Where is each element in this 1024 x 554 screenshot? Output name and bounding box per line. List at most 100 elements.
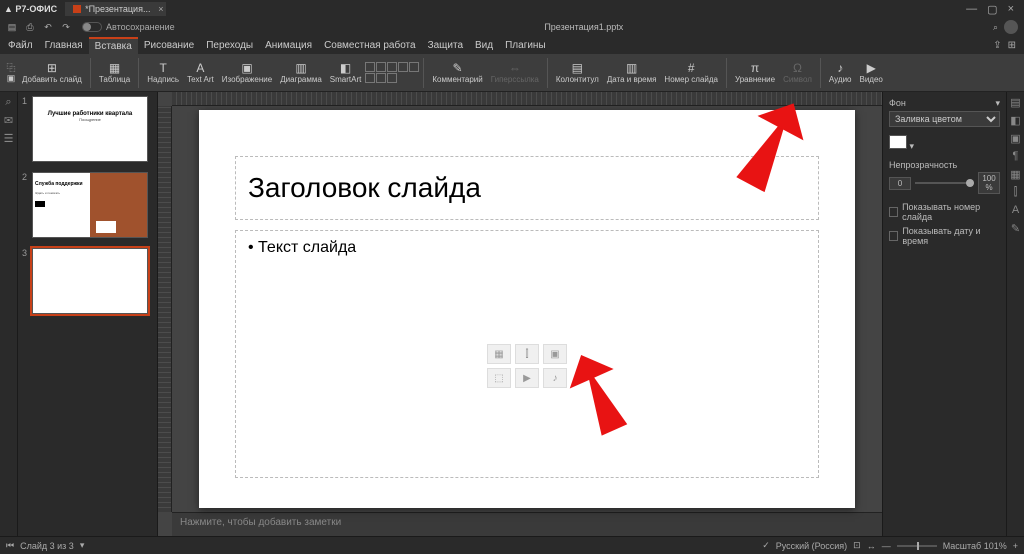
chevron-down-icon[interactable]: ▾ [995,98,1000,109]
presentation-icon [73,5,81,13]
autosave-toggle[interactable]: Автосохранение [82,22,175,32]
comment-button[interactable]: ✎Комментарий [428,61,486,84]
video-button[interactable]: ▶Видео [856,61,887,84]
window-minimize-icon[interactable]: — [966,3,977,16]
menu-draw[interactable]: Рисование [138,38,200,53]
image-button[interactable]: ▣Изображение [218,61,276,84]
save-icon[interactable]: ▤ [6,22,18,33]
paste-icon[interactable]: ▣ [4,73,18,83]
zoom-out-icon[interactable]: — [882,541,891,551]
chevron-down-icon[interactable]: ▾ [80,540,85,551]
fit-icon[interactable]: ⊡ [853,540,861,551]
menu-animation[interactable]: Анимация [259,38,318,53]
undo-icon[interactable]: ↶ [42,22,54,33]
slide-number-button[interactable]: #Номер слайда [660,61,722,84]
notes-pane[interactable]: Нажмите, чтобы добавить заметки [172,512,882,536]
signature-settings-icon[interactable]: ✎ [1010,222,1022,234]
document-tab[interactable]: *Презентация... × [65,2,166,16]
zoom-in-icon[interactable]: + [1013,541,1018,551]
window-close-icon[interactable]: × [1008,3,1014,16]
zoom-slider[interactable] [897,545,937,547]
menu-plugins[interactable]: Плагины [499,38,552,53]
symbol-icon: Ω [789,61,805,75]
menu-transitions[interactable]: Переходы [200,38,259,53]
language-label[interactable]: Русский (Россия) [776,541,847,551]
textart-button[interactable]: AText Art [183,61,218,84]
table-settings-icon[interactable]: ▦ [1010,168,1022,180]
thumb-slide-2[interactable]: Служба поддержкиЖдать и помогать [32,172,148,238]
spellcheck-icon[interactable]: ✓ [762,540,770,551]
equation-button[interactable]: πУравнение [731,61,779,84]
chevron-down-icon[interactable]: ▾ [910,141,915,151]
color-swatch[interactable] [889,135,907,149]
date-time-button[interactable]: ▥Дата и время [603,61,661,84]
share-icon[interactable]: ⇪ [993,40,1001,51]
window-maximize-icon[interactable]: ▢ [987,3,997,16]
audio-icon: ♪ [832,61,848,75]
add-slide-button[interactable]: ⊞Добавить слайд [18,61,86,84]
print-icon[interactable]: ⎙ [24,22,36,33]
content-placeholder[interactable]: • Текст слайда ▦ ⫿ ▣ ⬚ ▶ ♪ [235,230,819,478]
menu-file[interactable]: Файл [2,38,39,53]
audio-button[interactable]: ♪Аудио [825,61,856,84]
fit-width-icon[interactable]: ↔ [867,541,876,551]
slide-thumbnails: 1 Лучшие работники квартала Поощрение 2 … [18,92,158,536]
find-icon[interactable]: ⌕ [3,96,15,108]
menu-insert[interactable]: Вставка [89,37,138,54]
header-footer-button[interactable]: ▤Колонтитул [552,61,603,84]
shapes-gallery[interactable] [365,62,419,83]
slide-number-icon: # [683,61,699,75]
document-title: Презентация1.pptx [181,22,987,32]
close-tab-icon[interactable]: × [158,4,163,14]
background-label: Фон [889,98,906,109]
fill-type-select[interactable]: Заливка цветом [889,111,1000,127]
comments-panel-icon[interactable]: ✉ [3,114,15,126]
thumb-slide-1[interactable]: Лучшие работники квартала Поощрение [32,96,148,162]
table-icon: ▦ [107,61,123,75]
table-button[interactable]: ▦Таблица [95,61,134,84]
ribbon-insert: ⿻ ▣ ⊞Добавить слайд ▦Таблица TНадпись AT… [0,54,1024,92]
open-location-icon[interactable]: ⊞ [1008,40,1016,51]
insert-picture-icon[interactable]: ▣ [543,344,567,364]
thumb-number: 1 [22,96,28,162]
opacity-max[interactable]: 100 % [978,172,1000,194]
show-slide-number-checkbox[interactable]: Показывать номер слайда [889,202,1000,222]
opacity-min[interactable]: 0 [889,177,911,190]
opacity-slider[interactable] [915,182,974,184]
slide-settings-icon[interactable]: ▤ [1010,96,1022,108]
insert-chart-icon[interactable]: ⫿ [515,344,539,364]
add-slide-icon: ⊞ [44,61,60,75]
hyperlink-button[interactable]: ⇔Гиперссылка [487,61,543,84]
app-logo: ▲ Р7-ОФИС [4,4,57,14]
vertical-ruler[interactable] [158,106,172,512]
feedback-icon[interactable]: ☰ [3,132,15,144]
insert-clipart-icon[interactable]: ⬚ [487,368,511,388]
shape-settings-icon[interactable]: ◧ [1010,114,1022,126]
textbox-button[interactable]: TНадпись [143,61,183,84]
menu-protect[interactable]: Защита [422,38,469,53]
menu-view[interactable]: Вид [469,38,499,53]
chart-settings-icon[interactable]: ⫿ [1010,186,1022,198]
smartart-button[interactable]: ◧SmartArt [326,61,366,84]
menu-home[interactable]: Главная [39,38,89,53]
chart-button[interactable]: ▥Диаграмма [276,61,326,84]
insert-table-icon[interactable]: ▦ [487,344,511,364]
textart-settings-icon[interactable]: A [1010,204,1022,216]
opacity-label: Непрозрачность [889,160,957,170]
search-icon[interactable]: ⌕ [993,22,998,33]
header-footer-icon: ▤ [569,61,585,75]
toggle-switch-icon[interactable] [82,22,102,32]
prev-slide-icon[interactable]: ⏮ [6,540,14,551]
date-time-icon: ▥ [624,61,640,75]
image-settings-icon[interactable]: ▣ [1010,132,1022,144]
thumb-slide-3[interactable] [32,248,148,314]
copy-icon[interactable]: ⿻ [4,62,18,72]
title-placeholder[interactable]: Заголовок слайда [235,156,819,220]
redo-icon[interactable]: ↷ [60,22,72,33]
symbol-button[interactable]: ΩСимвол [779,61,816,84]
show-date-time-checkbox[interactable]: Показывать дату и время [889,226,1000,246]
insert-video-icon[interactable]: ▶ [515,368,539,388]
menu-collab[interactable]: Совместная работа [318,38,422,53]
user-avatar[interactable] [1004,20,1018,34]
paragraph-settings-icon[interactable]: ¶ [1010,150,1022,162]
